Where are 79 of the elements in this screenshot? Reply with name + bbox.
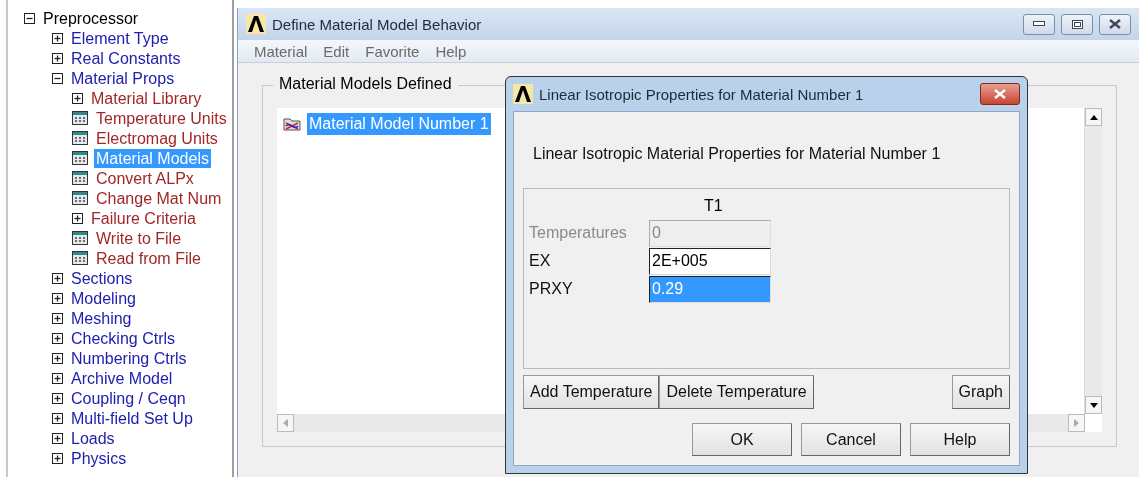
expand-icon[interactable] [52,312,63,324]
collapse-icon[interactable] [52,72,63,84]
dialog-heading: Linear Isotropic Material Properties for Material Number 1 [533,145,942,163]
expand-icon[interactable] [52,452,63,464]
left-arrow-icon [283,419,288,427]
menu-item[interactable]: Favorite [365,42,420,60]
tree-item[interactable]: Electromag Units [94,128,220,148]
expand-icon[interactable] [52,292,63,304]
calculator-icon [72,131,88,145]
expand-icon[interactable] [52,272,63,284]
tree-item[interactable]: Real Constants [69,48,183,68]
close-icon [1109,19,1121,29]
calculator-icon [72,251,88,265]
dialog-button[interactable]: OK [692,423,792,456]
tree-item[interactable]: Modeling [69,288,138,308]
calculator-icon [72,171,88,185]
logo-icon [513,84,533,104]
right-arrow-icon [1074,419,1079,427]
calculator-icon [72,231,88,245]
vertical-scrollbar[interactable] [1084,108,1102,414]
value-field[interactable]: 2E+005 [649,247,771,275]
expand-icon[interactable] [52,392,63,404]
minimize-icon [1033,21,1045,27]
tree-item[interactable]: Material Props [69,68,177,88]
tree-item[interactable]: Material Library [89,88,204,108]
tree-item[interactable]: Multi-field Set Up [69,408,195,428]
folder-icon [283,117,301,131]
tree-item[interactable]: Write to File [94,228,184,248]
table-button[interactable]: Delete Temperature [659,375,814,409]
tree-item[interactable]: Physics [69,448,129,468]
close-button[interactable] [1099,13,1131,35]
expand-icon[interactable] [52,32,63,44]
tree-item[interactable]: Read from File [94,248,203,268]
minimize-button[interactable] [1023,13,1055,35]
expand-icon[interactable] [52,412,63,424]
tree-item[interactable]: Convert ALPx [94,168,196,188]
tree-item[interactable]: Meshing [69,308,134,328]
calculator-icon [72,151,88,165]
expand-icon[interactable] [52,372,63,384]
expand-icon[interactable] [52,52,63,64]
graph-button[interactable]: Graph [951,375,1010,409]
calculator-icon [72,191,88,205]
property-label: PRXY [529,280,574,298]
tree-item[interactable]: Temperature Units [94,108,229,128]
up-arrow-icon [1089,114,1098,120]
expand-icon[interactable] [72,92,83,104]
tree-item[interactable]: Loads [69,428,117,448]
tree-item[interactable]: Sections [69,268,135,288]
menu-item[interactable]: Help [435,42,467,60]
expand-icon[interactable] [52,332,63,344]
maximize-icon [1071,19,1083,29]
menu-item[interactable]: Edit [323,42,350,60]
dialog-button[interactable]: Help [910,423,1010,456]
expand-icon[interactable] [72,212,83,224]
column-header: T1 [704,197,723,215]
window-title: Define Material Model Behavior [272,15,482,33]
tree-item[interactable]: Preprocessor [41,8,141,28]
close-button[interactable] [980,83,1020,105]
tree-item[interactable]: Archive Model [69,368,175,388]
dialog-button[interactable]: Cancel [801,423,901,456]
calculator-icon [72,111,88,125]
property-label: Temperatures [529,224,628,242]
maximize-button[interactable] [1061,13,1093,35]
logo-icon [246,14,266,34]
close-icon [994,89,1006,99]
tree-item[interactable]: Coupling / Ceqn [69,388,188,408]
down-arrow-icon [1089,402,1098,408]
tree-item[interactable]: Numbering Ctrls [69,348,189,368]
dialog-title: Linear Isotropic Properties for Material Number 1 [539,85,864,103]
tree-item[interactable]: Change Mat Num [94,188,224,208]
expand-icon[interactable] [52,352,63,364]
tree-item[interactable]: Element Type [69,28,171,48]
menu-item[interactable]: Material [254,42,308,60]
collapse-icon[interactable] [24,12,35,24]
expand-icon[interactable] [52,432,63,444]
property-label: EX [529,252,552,270]
table-button[interactable]: Add Temperature [523,375,660,409]
tree-item[interactable]: Checking Ctrls [69,328,178,348]
tree-item[interactable]: Failure Criteria [89,208,198,228]
